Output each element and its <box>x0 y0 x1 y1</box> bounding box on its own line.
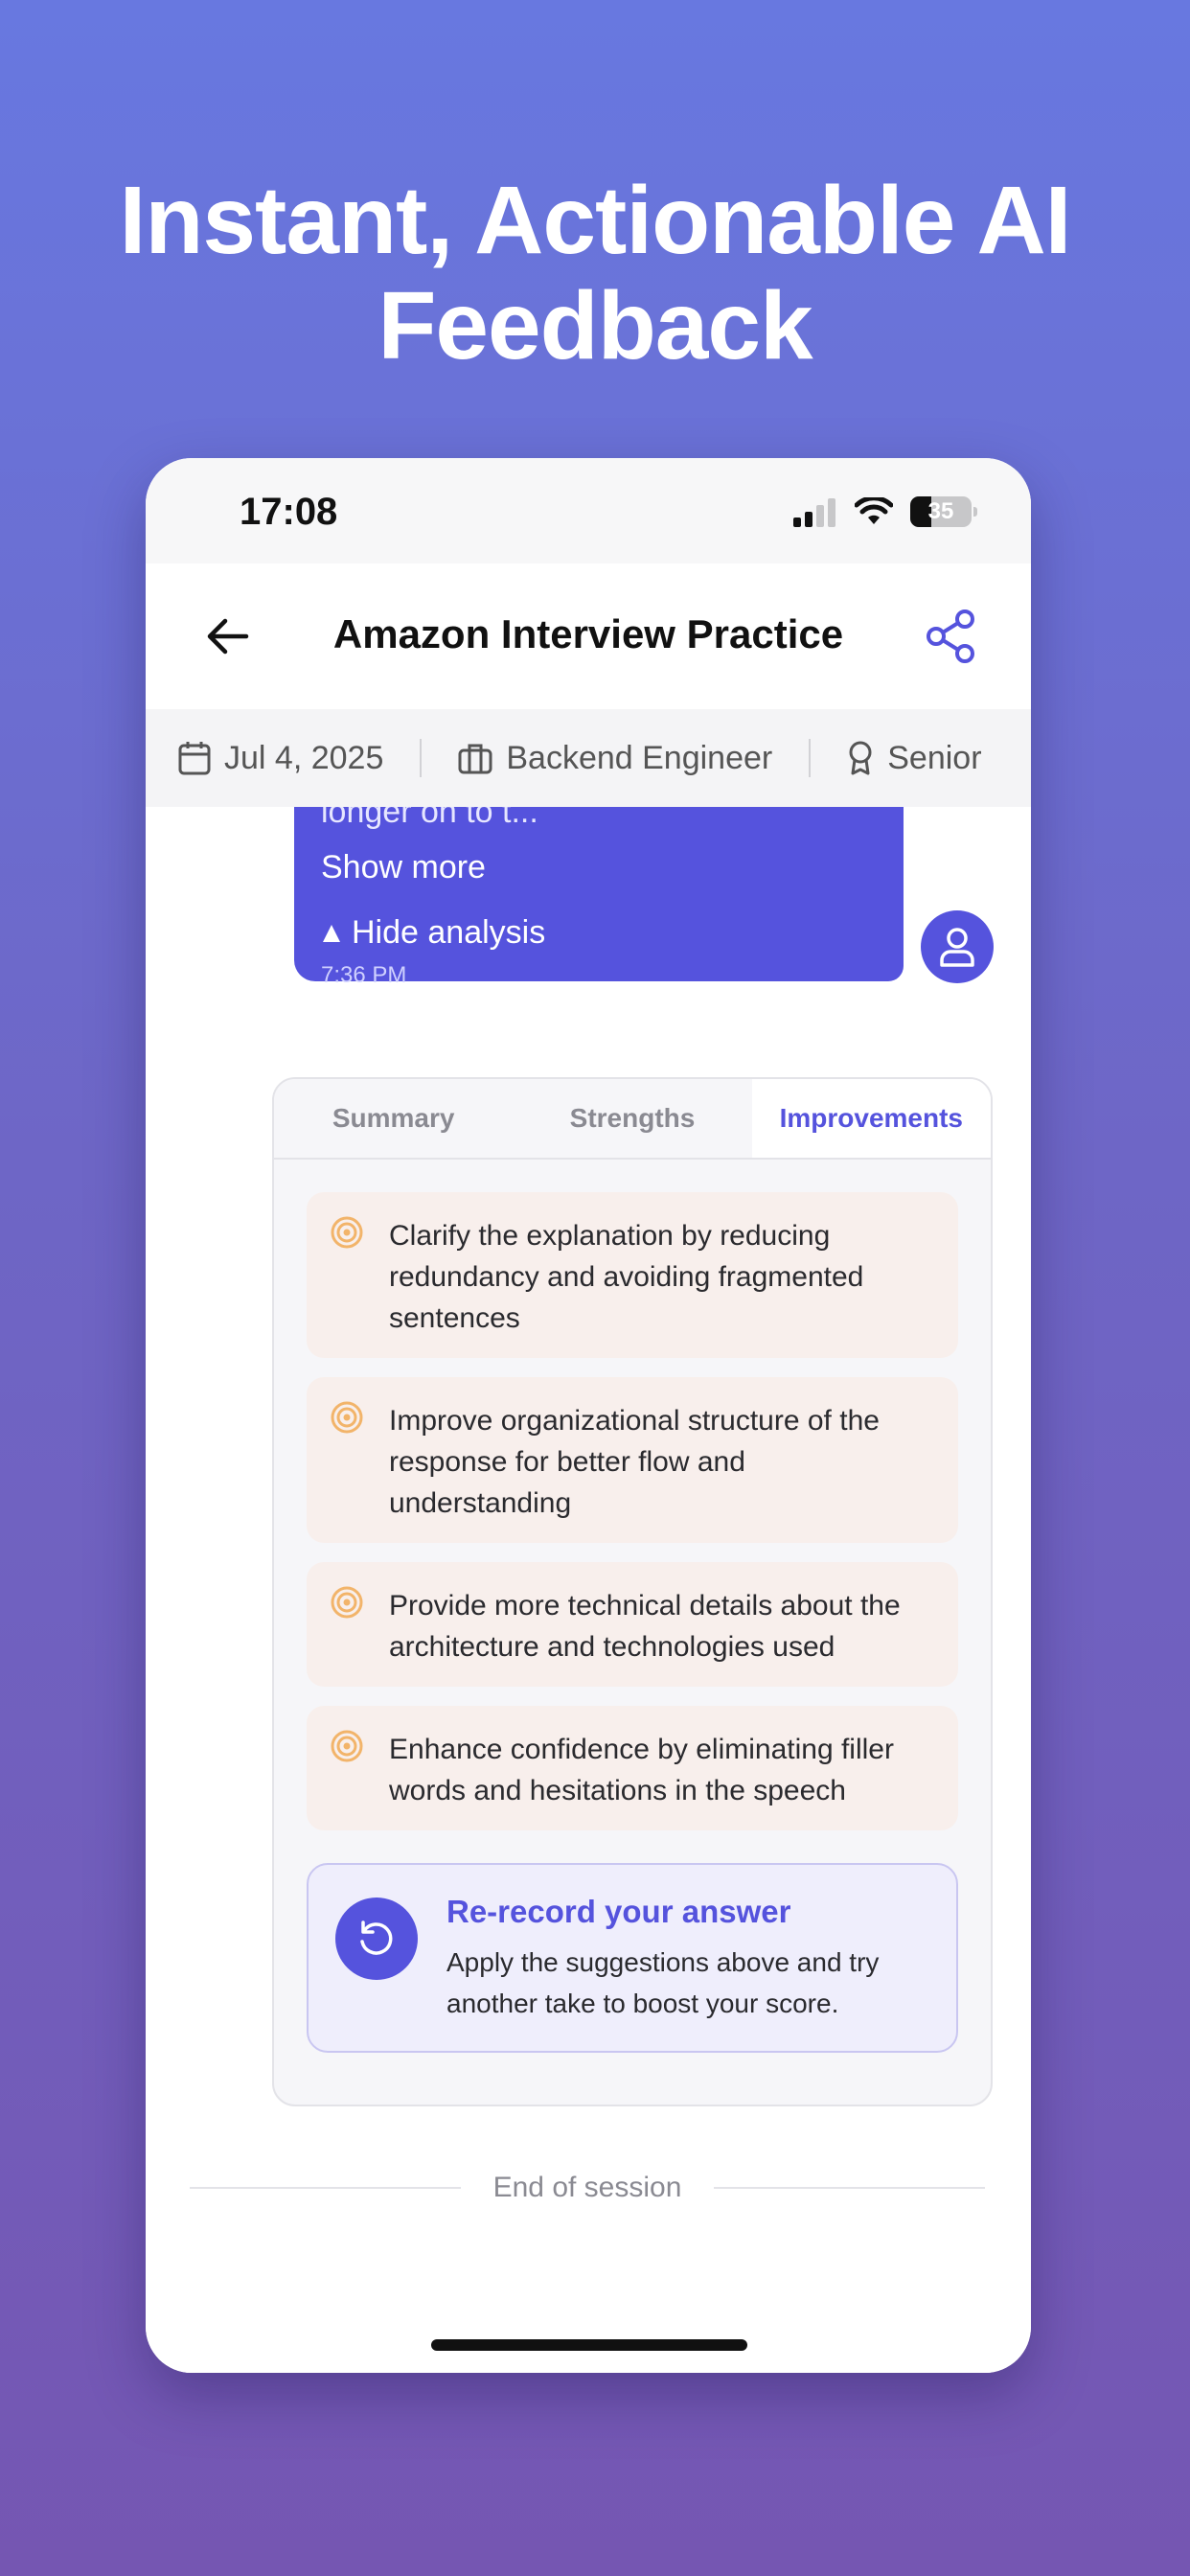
improvement-item: Enhance confidence by eliminating filler… <box>307 1706 958 1830</box>
meta-role: Backend Engineer <box>458 740 772 777</box>
briefcase-icon <box>458 744 492 774</box>
cellular-signal-icon <box>793 498 835 527</box>
hide-analysis-label: Hide analysis <box>352 914 546 951</box>
analysis-tabs: Summary Strengths Improvements <box>274 1079 991 1160</box>
rotate-ccw-icon <box>360 1920 393 1955</box>
target-icon <box>331 1730 363 1762</box>
battery-level: 35 <box>927 498 954 524</box>
headline: Instant, Actionable AI Feedback <box>0 168 1190 379</box>
divider-line <box>190 2187 461 2189</box>
improvement-text: Enhance confidence by eliminating filler… <box>389 1734 894 1806</box>
target-icon <box>331 1216 363 1249</box>
meta-divider <box>420 739 423 777</box>
meta-level-text: Senior <box>887 739 982 776</box>
meta-divider <box>809 739 812 777</box>
triangle-up-icon <box>323 924 340 942</box>
user-message-bubble: longer on to t... Show more Hide analysi… <box>294 807 904 988</box>
share-button[interactable] <box>920 606 981 667</box>
improvement-text: Improve organizational structure of the … <box>389 1405 880 1519</box>
avatar <box>921 910 994 983</box>
wifi-icon <box>855 497 893 524</box>
end-of-session-label: End of session <box>492 2172 682 2203</box>
end-of-session-divider: End of session <box>190 2172 986 2204</box>
tab-improvements[interactable]: Improvements <box>751 1079 991 1158</box>
page-title: Amazon Interview Practice <box>332 611 844 656</box>
nav-bar: Amazon Interview Practice <box>146 564 1031 709</box>
improvements-list: Clarify the explanation by reducing redu… <box>274 1160 991 1830</box>
improvement-item: Improve organizational structure of the … <box>307 1377 958 1543</box>
rerecord-button[interactable] <box>335 1898 418 1980</box>
meta-role-text: Backend Engineer <box>506 739 773 776</box>
target-icon <box>331 1586 363 1619</box>
show-more-link[interactable]: Show more <box>321 849 486 886</box>
chat-content[interactable]: longer on to t... Show more Hide analysi… <box>146 807 1031 2373</box>
improvement-item: Clarify the explanation by reducing redu… <box>307 1192 958 1358</box>
user-icon <box>940 928 974 967</box>
improvement-text: Provide more technical details about the… <box>389 1590 901 1663</box>
improvement-text: Clarify the explanation by reducing redu… <box>389 1220 864 1334</box>
meta-date: Jul 4, 2025 <box>178 740 383 777</box>
status-bar: 17:08 35 <box>146 458 1031 564</box>
rerecord-description: Apply the suggestions above and try anot… <box>446 1947 880 2018</box>
home-indicator[interactable] <box>431 2339 747 2351</box>
share-icon <box>927 610 974 663</box>
phone-frame: 17:08 35 Amazon Interview Practice Jul 4… <box>146 458 1031 2373</box>
calendar-icon <box>178 742 211 775</box>
rerecord-card[interactable]: Re-record your answer Apply the suggesti… <box>307 1863 958 2053</box>
award-icon <box>849 741 872 775</box>
meta-date-text: Jul 4, 2025 <box>224 739 384 776</box>
status-time: 17:08 <box>240 491 338 533</box>
divider-line <box>714 2187 986 2189</box>
tab-summary[interactable]: Summary <box>274 1079 513 1158</box>
tab-strengths[interactable]: Strengths <box>513 1079 751 1158</box>
analysis-panel: Summary Strengths Improvements Clarify t… <box>272 1077 993 2106</box>
session-meta-bar: Jul 4, 2025 Backend Engineer Senior <box>146 709 1031 807</box>
improvement-item: Provide more technical details about the… <box>307 1562 958 1687</box>
status-icons: 35 <box>793 496 977 527</box>
message-text: longer on to t... <box>321 807 538 830</box>
meta-level: Senior <box>847 739 982 777</box>
hide-analysis-toggle[interactable]: Hide analysis <box>321 914 545 952</box>
message-time: 7:36 PM <box>321 962 407 988</box>
target-icon <box>331 1401 363 1434</box>
battery-icon: 35 <box>910 496 977 527</box>
headline-line-1: Instant, Actionable AI <box>119 167 1072 274</box>
rerecord-title: Re-record your answer <box>446 1894 791 1929</box>
headline-line-2: Feedback <box>378 272 812 380</box>
